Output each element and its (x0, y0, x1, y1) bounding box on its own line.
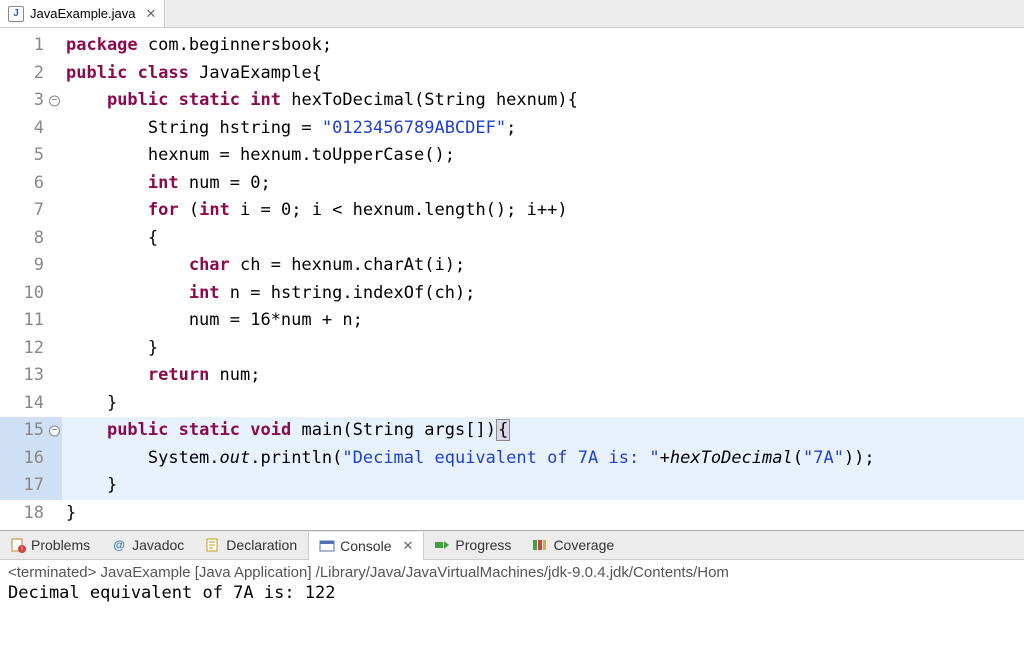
problems-icon: ! (10, 537, 26, 553)
line-number: 10 (0, 280, 62, 308)
tab-javadoc[interactable]: @ Javadoc (101, 531, 195, 559)
line-number: 9 (0, 252, 62, 280)
tab-label: Problems (31, 537, 90, 553)
code-line[interactable]: int num = 0; (62, 170, 1024, 198)
code-line[interactable]: } (62, 335, 1024, 363)
code-line[interactable]: for (int i = 0; i < hexnum.length(); i++… (62, 197, 1024, 225)
code-line[interactable]: num = 16*num + n; (62, 307, 1024, 335)
editor-tab[interactable]: J JavaExample.java ✕ (0, 0, 165, 27)
line-number: 2 (0, 60, 62, 88)
code-line[interactable]: } (62, 500, 1024, 528)
tab-progress[interactable]: Progress (424, 531, 522, 559)
line-number: 11 (0, 307, 62, 335)
code-line[interactable]: public static void main(String args[]){ (62, 417, 1024, 445)
tab-filename: JavaExample.java (30, 6, 136, 21)
line-number: 7 (0, 197, 62, 225)
tab-console[interactable]: Console ✕ (308, 532, 424, 560)
tab-problems[interactable]: ! Problems (0, 531, 101, 559)
fold-toggle-icon[interactable]: − (49, 425, 60, 436)
line-number: 18 (0, 500, 62, 528)
tab-label: Console (340, 538, 391, 554)
code-line[interactable]: { (62, 225, 1024, 253)
declaration-icon (205, 537, 221, 553)
close-icon[interactable]: ✕ (403, 538, 414, 554)
line-number: 8 (0, 225, 62, 253)
line-number: 13 (0, 362, 62, 390)
console-process-label: <terminated> JavaExample [Java Applicati… (8, 564, 1016, 581)
tab-label: Progress (455, 537, 511, 553)
coverage-icon (532, 537, 548, 553)
line-number: 1 (0, 32, 62, 60)
javadoc-icon: @ (111, 537, 127, 553)
close-icon[interactable]: ✕ (146, 6, 157, 22)
code-line[interactable]: public static int hexToDecimal(String he… (62, 87, 1024, 115)
code-line[interactable]: System.out.println("Decimal equivalent o… (62, 445, 1024, 473)
code-line[interactable]: } (62, 390, 1024, 418)
java-file-icon: J (8, 6, 24, 22)
line-number: 16 (0, 445, 62, 473)
code-line[interactable]: String hstring = "0123456789ABCDEF"; (62, 115, 1024, 143)
console-panel: <terminated> JavaExample [Java Applicati… (0, 560, 1024, 607)
line-number: 14 (0, 390, 62, 418)
console-icon (319, 538, 335, 554)
fold-toggle-icon[interactable]: − (49, 95, 60, 106)
code-line[interactable]: } (62, 472, 1024, 500)
line-number: 5 (0, 142, 62, 170)
tab-label: Javadoc (132, 537, 184, 553)
code-line[interactable]: char ch = hexnum.charAt(i); (62, 252, 1024, 280)
line-number: 6 (0, 170, 62, 198)
tab-label: Declaration (226, 537, 297, 553)
line-number: 4 (0, 115, 62, 143)
code-line[interactable]: return num; (62, 362, 1024, 390)
tab-label: Coverage (553, 537, 614, 553)
tab-declaration[interactable]: Declaration (195, 531, 308, 559)
code-line[interactable]: package com.beginnersbook; (62, 32, 1024, 60)
line-number: 15− (0, 417, 62, 445)
code-line[interactable]: int n = hstring.indexOf(ch); (62, 280, 1024, 308)
code-line[interactable]: public class JavaExample{ (62, 60, 1024, 88)
line-number: 3− (0, 87, 62, 115)
line-number: 12 (0, 335, 62, 363)
code-editor[interactable]: 123−456789101112131415−161718 package co… (0, 28, 1024, 530)
console-output: Decimal equivalent of 7A is: 122 (8, 583, 1016, 603)
code-content[interactable]: package com.beginnersbook;public class J… (62, 28, 1024, 530)
line-number-gutter: 123−456789101112131415−161718 (0, 28, 62, 530)
editor-tab-bar: J JavaExample.java ✕ (0, 0, 1024, 28)
progress-icon (434, 537, 450, 553)
line-number: 17 (0, 472, 62, 500)
tab-coverage[interactable]: Coverage (522, 531, 625, 559)
code-line[interactable]: hexnum = hexnum.toUpperCase(); (62, 142, 1024, 170)
bottom-tab-bar: ! Problems @ Javadoc Declaration Console… (0, 530, 1024, 560)
